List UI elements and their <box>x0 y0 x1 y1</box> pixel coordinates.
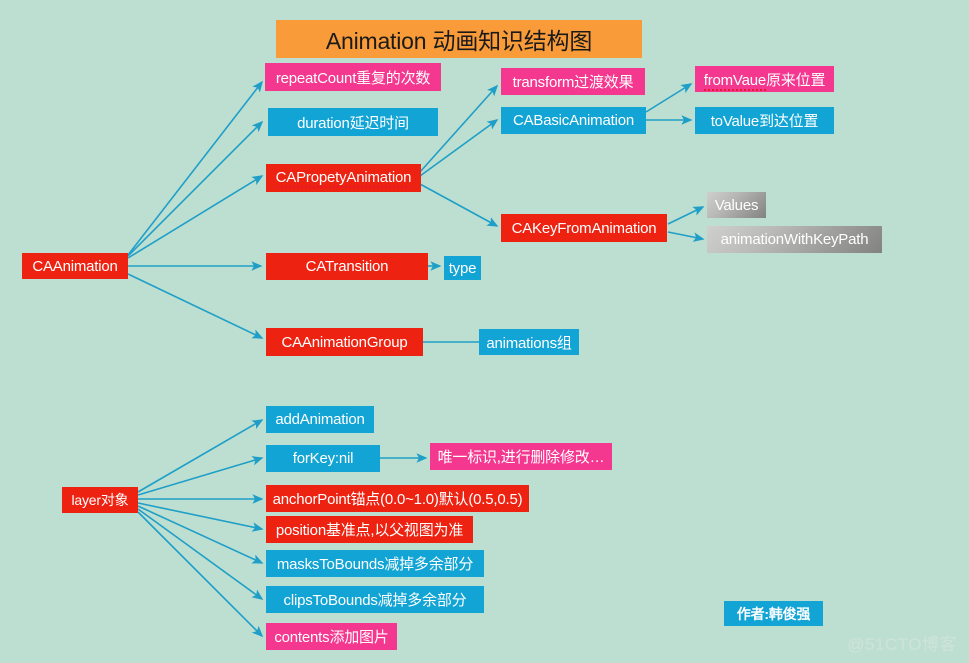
edge-layer-contents <box>137 511 264 638</box>
node-clipstobounds[interactable]: clipsToBounds减掉多余部分 <box>266 586 484 613</box>
node-capropetyanimation-label: CAPropetyAnimation <box>275 168 412 188</box>
node-caanimation-label: CAAnimation <box>32 257 118 275</box>
node-addanimation[interactable]: addAnimation <box>266 406 374 433</box>
node-duration[interactable]: duration延迟时间 <box>268 108 438 136</box>
node-catransition-label: CATransition <box>305 258 389 275</box>
edge-caanimation-capropetyanimation <box>127 175 264 259</box>
node-type-label: type <box>448 259 477 277</box>
page-title-label: Animation 动画知识结构图 <box>325 28 593 54</box>
node-position[interactable]: position基准点,以父视图为准 <box>266 516 473 543</box>
node-cabasicanimation[interactable]: CABasicAnimation <box>501 107 646 134</box>
node-tovalue-label: toValue到达位置 <box>710 113 819 130</box>
node-catransition[interactable]: CATransition <box>266 253 428 280</box>
node-capropetyanimation[interactable]: CAPropetyAnimation <box>266 164 421 192</box>
node-forkey[interactable]: forKey:nil <box>266 445 380 472</box>
node-maskstobounds[interactable]: masksToBounds减掉多余部分 <box>266 550 484 577</box>
edge-cabasic-fromvalue <box>645 83 693 113</box>
node-forkey-label: forKey:nil <box>292 450 354 467</box>
node-type[interactable]: type <box>444 256 481 280</box>
node-layer-object[interactable]: layer对象 <box>62 487 138 513</box>
edge-layer-clipstobounds <box>137 508 264 600</box>
edge-caanimation-duration <box>127 120 264 257</box>
node-forkey-note-label: 唯一标识,进行删除修改… <box>437 449 605 466</box>
node-cakeyfromanimation[interactable]: CAKeyFromAnimation <box>501 214 667 242</box>
node-animations-group[interactable]: animations组 <box>479 329 579 355</box>
edge-layer-forkey <box>137 456 264 496</box>
edge-layer-maskstobounds <box>137 505 264 564</box>
node-caanimation[interactable]: CAAnimation <box>22 253 128 279</box>
edge-capropety-cakeyfromanimation <box>419 183 499 227</box>
node-maskstobounds-label: masksToBounds减掉多余部分 <box>276 556 474 573</box>
node-fromvalue-tail: 原来位置 <box>766 71 826 89</box>
node-animations-group-label: animations组 <box>486 334 572 352</box>
node-animationwithkeypath[interactable]: animationWithKeyPath <box>707 226 882 253</box>
node-cabasicanimation-label: CABasicAnimation <box>512 112 635 129</box>
edge-caanimation-repeatcount <box>127 80 263 256</box>
diagram-canvas: Animation 动画知识结构图 CAAnimation repeatCoun… <box>0 0 969 663</box>
node-author-label: 作者:韩俊强 <box>736 605 811 622</box>
node-caanimationgroup[interactable]: CAAnimationGroup <box>266 328 423 356</box>
node-caanimationgroup-label: CAAnimationGroup <box>281 333 408 351</box>
node-forkey-note[interactable]: 唯一标识,进行删除修改… <box>430 443 612 470</box>
node-values[interactable]: Values <box>707 192 766 218</box>
node-anchorpoint[interactable]: anchorPoint锚点(0.0~1.0)默认(0.5,0.5) <box>266 485 529 512</box>
edge-cakeyfrom-animationwithkeypath <box>667 231 705 242</box>
node-position-label: position基准点,以父视图为准 <box>275 522 464 539</box>
node-duration-label: duration延迟时间 <box>297 114 409 132</box>
node-author: 作者:韩俊强 <box>724 601 823 626</box>
node-contents-label: contents添加图片 <box>274 629 389 646</box>
node-transform-label: transform过渡效果 <box>512 74 634 91</box>
node-animationwithkeypath-label: animationWithKeyPath <box>720 231 869 248</box>
node-contents[interactable]: contents添加图片 <box>266 623 397 650</box>
node-layer-object-label: layer对象 <box>71 492 129 508</box>
node-anchorpoint-label: anchorPoint锚点(0.0~1.0)默认(0.5,0.5) <box>272 491 523 508</box>
edge-layer-position <box>137 502 264 532</box>
node-repeatcount-label: repeatCount重复的次数 <box>275 69 431 87</box>
watermark: @51CTO博客 <box>847 630 957 655</box>
edge-layer-addanimation <box>137 419 264 493</box>
edge-cakeyfrom-values <box>667 206 705 225</box>
node-tovalue[interactable]: toValue到达位置 <box>695 107 834 134</box>
node-clipstobounds-label: clipsToBounds减掉多余部分 <box>283 592 467 609</box>
node-transform[interactable]: transform过渡效果 <box>501 68 645 95</box>
node-fromvalue-head: fromVaue <box>703 71 767 91</box>
node-repeatcount[interactable]: repeatCount重复的次数 <box>265 63 441 91</box>
node-fromvalue[interactable]: fromVaue原来位置 <box>695 66 834 92</box>
page-title: Animation 动画知识结构图 <box>276 20 642 58</box>
node-addanimation-label: addAnimation <box>275 411 365 428</box>
node-values-label: Values <box>714 196 759 214</box>
node-fromvalue-label: fromVaue原来位置 <box>703 69 826 91</box>
node-cakeyfromanimation-label: CAKeyFromAnimation <box>511 219 657 237</box>
watermark-label: @51CTO博客 <box>847 635 957 654</box>
edge-caanimation-caanimationgroup <box>127 273 264 339</box>
